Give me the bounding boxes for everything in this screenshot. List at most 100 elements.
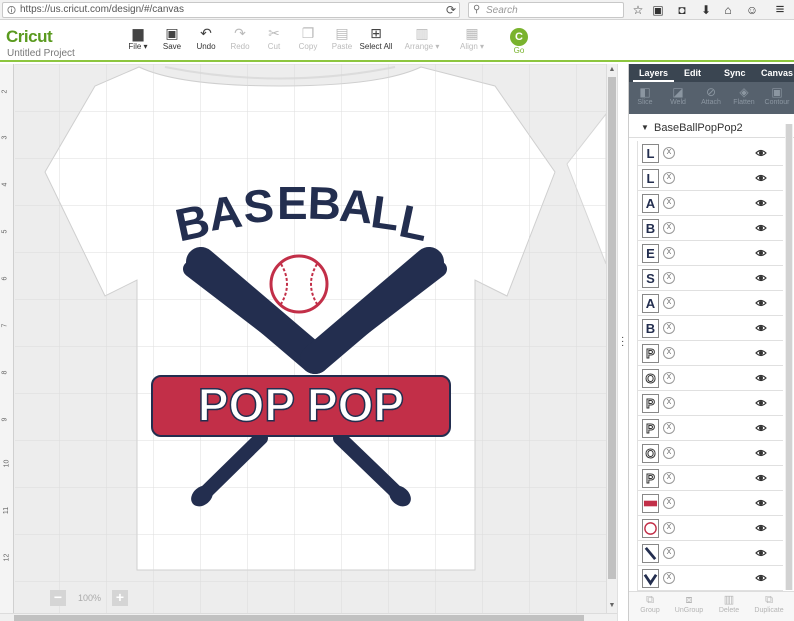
info-icon[interactable] [7, 5, 16, 15]
baseball-graphic[interactable] [269, 254, 329, 314]
drag-handle-icon[interactable]: · · · [621, 333, 624, 351]
weld-button[interactable]: ◪ Weld [662, 85, 694, 106]
eye-icon[interactable] [755, 222, 767, 234]
layer-row[interactable]: X [637, 491, 783, 516]
tab-sync[interactable]: Sync [724, 68, 746, 78]
hide-contour-icon[interactable]: X [663, 372, 675, 384]
layer-row[interactable]: OX [637, 366, 783, 391]
canvas-horizontal-scrollbar[interactable] [0, 613, 617, 621]
align-menu-button[interactable]: ▦ Align ▾ [450, 25, 494, 51]
eye-icon[interactable] [755, 247, 767, 259]
layer-row[interactable]: LX [637, 141, 783, 166]
design-canvas[interactable]: 2 3 4 5 6 7 8 9 10 11 12 B A S E B A L L… [0, 64, 606, 613]
search-input[interactable]: ⚲ Search [468, 2, 624, 18]
vertical-scroll-thumb[interactable] [608, 77, 616, 579]
layer-row[interactable]: BX [637, 316, 783, 341]
hide-contour-icon[interactable]: X [663, 547, 675, 559]
download-icon[interactable]: ⬇ [698, 2, 714, 18]
emoji-icon[interactable]: ☺ [744, 2, 760, 18]
project-name[interactable]: Untitled Project [7, 48, 75, 59]
layer-row[interactable]: PX [637, 416, 783, 441]
eye-icon[interactable] [755, 572, 767, 584]
hide-contour-icon[interactable]: X [663, 297, 675, 309]
layer-group-header[interactable]: ▼ BaseBallPopPop2 [629, 118, 794, 138]
select-all-button[interactable]: ⊞ Select All [354, 25, 398, 51]
panel-scroll-thumb[interactable] [786, 124, 792, 590]
hide-contour-icon[interactable]: X [663, 322, 675, 334]
layer-row[interactable]: LX [637, 166, 783, 191]
layer-row[interactable]: AX [637, 291, 783, 316]
eye-icon[interactable] [755, 322, 767, 334]
eye-icon[interactable] [755, 147, 767, 159]
hide-contour-icon[interactable]: X [663, 147, 675, 159]
scroll-down-icon[interactable]: ▼ [607, 602, 617, 612]
flatten-button[interactable]: ◈ Flatten [728, 85, 760, 106]
hide-contour-icon[interactable]: X [663, 197, 675, 209]
eye-icon[interactable] [755, 172, 767, 184]
eye-icon[interactable] [755, 197, 767, 209]
panel-splitter[interactable]: · · · [617, 64, 628, 621]
eye-icon[interactable] [755, 297, 767, 309]
eye-icon[interactable] [755, 522, 767, 534]
hide-contour-icon[interactable]: X [663, 397, 675, 409]
eye-icon[interactable] [755, 497, 767, 509]
hide-contour-icon[interactable]: X [663, 222, 675, 234]
hide-contour-icon[interactable]: X [663, 522, 675, 534]
eye-icon[interactable] [755, 422, 767, 434]
home-icon[interactable]: ⌂ [720, 2, 736, 18]
hide-contour-icon[interactable]: X [663, 172, 675, 184]
duplicate-button[interactable]: ⧉ Duplicate [751, 594, 787, 614]
menu-icon[interactable]: ≡ [772, 2, 788, 18]
hide-contour-icon[interactable]: X [663, 572, 675, 584]
layer-row[interactable]: PX [637, 341, 783, 366]
tab-layers[interactable]: Layers [633, 64, 675, 82]
arrange-menu-button[interactable]: ▥ Arrange ▾ [400, 25, 444, 51]
eye-icon[interactable] [755, 447, 767, 459]
address-bar[interactable]: https://us.cricut.com/design/#/canvas ⟳ [2, 2, 460, 18]
eye-icon[interactable] [755, 347, 767, 359]
attach-button[interactable]: ⊘ Attach [695, 85, 727, 106]
hide-contour-icon[interactable]: X [663, 447, 675, 459]
tab-canvas[interactable]: Canvas [761, 68, 793, 78]
canvas-artwork[interactable]: B A S E B A L L POP POP [15, 64, 606, 613]
slice-button[interactable]: ◧ Slice [629, 85, 661, 106]
hide-contour-icon[interactable]: X [663, 472, 675, 484]
tab-edit[interactable]: Edit [684, 68, 701, 78]
layer-row[interactable]: OX [637, 441, 783, 466]
eye-icon[interactable] [755, 547, 767, 559]
canvas-vertical-scrollbar[interactable]: ▲ ▼ [606, 64, 617, 613]
chevron-down-icon[interactable]: ▼ [641, 123, 649, 132]
layer-row[interactable]: X [637, 566, 783, 591]
layer-row[interactable]: BX [637, 216, 783, 241]
bookmark-star-icon[interactable]: ☆ [630, 2, 646, 18]
group-button[interactable]: ⧉ Group [632, 594, 668, 614]
delete-button[interactable]: ▥ Delete [711, 594, 747, 614]
ungroup-button[interactable]: ⧈ UnGroup [671, 594, 707, 614]
go-button[interactable]: C Go [508, 28, 530, 55]
layer-row[interactable]: PX [637, 391, 783, 416]
pop-pop-banner[interactable]: POP POP [151, 375, 451, 437]
hide-contour-icon[interactable]: X [663, 272, 675, 284]
layer-row[interactable]: EX [637, 241, 783, 266]
layer-row[interactable]: X [637, 516, 783, 541]
hide-contour-icon[interactable]: X [663, 347, 675, 359]
reload-icon[interactable]: ⟳ [446, 3, 456, 17]
zoom-in-button[interactable]: + [112, 590, 128, 606]
zoom-out-button[interactable]: − [50, 590, 66, 606]
contour-button[interactable]: ▣ Contour [761, 85, 793, 106]
eye-icon[interactable] [755, 372, 767, 384]
reading-list-icon[interactable]: ▣ [650, 2, 666, 18]
layer-row[interactable]: X [637, 541, 783, 566]
hide-contour-icon[interactable]: X [663, 422, 675, 434]
cricut-logo[interactable]: Cricut [6, 27, 53, 47]
horizontal-scroll-thumb[interactable] [14, 615, 584, 621]
eye-icon[interactable] [755, 472, 767, 484]
eye-icon[interactable] [755, 272, 767, 284]
layer-row[interactable]: SX [637, 266, 783, 291]
hide-contour-icon[interactable]: X [663, 497, 675, 509]
eye-icon[interactable] [755, 397, 767, 409]
layer-row[interactable]: PX [637, 466, 783, 491]
panel-scrollbar[interactable] [785, 124, 793, 590]
hide-contour-icon[interactable]: X [663, 247, 675, 259]
pocket-icon[interactable]: ◘ [674, 2, 690, 18]
